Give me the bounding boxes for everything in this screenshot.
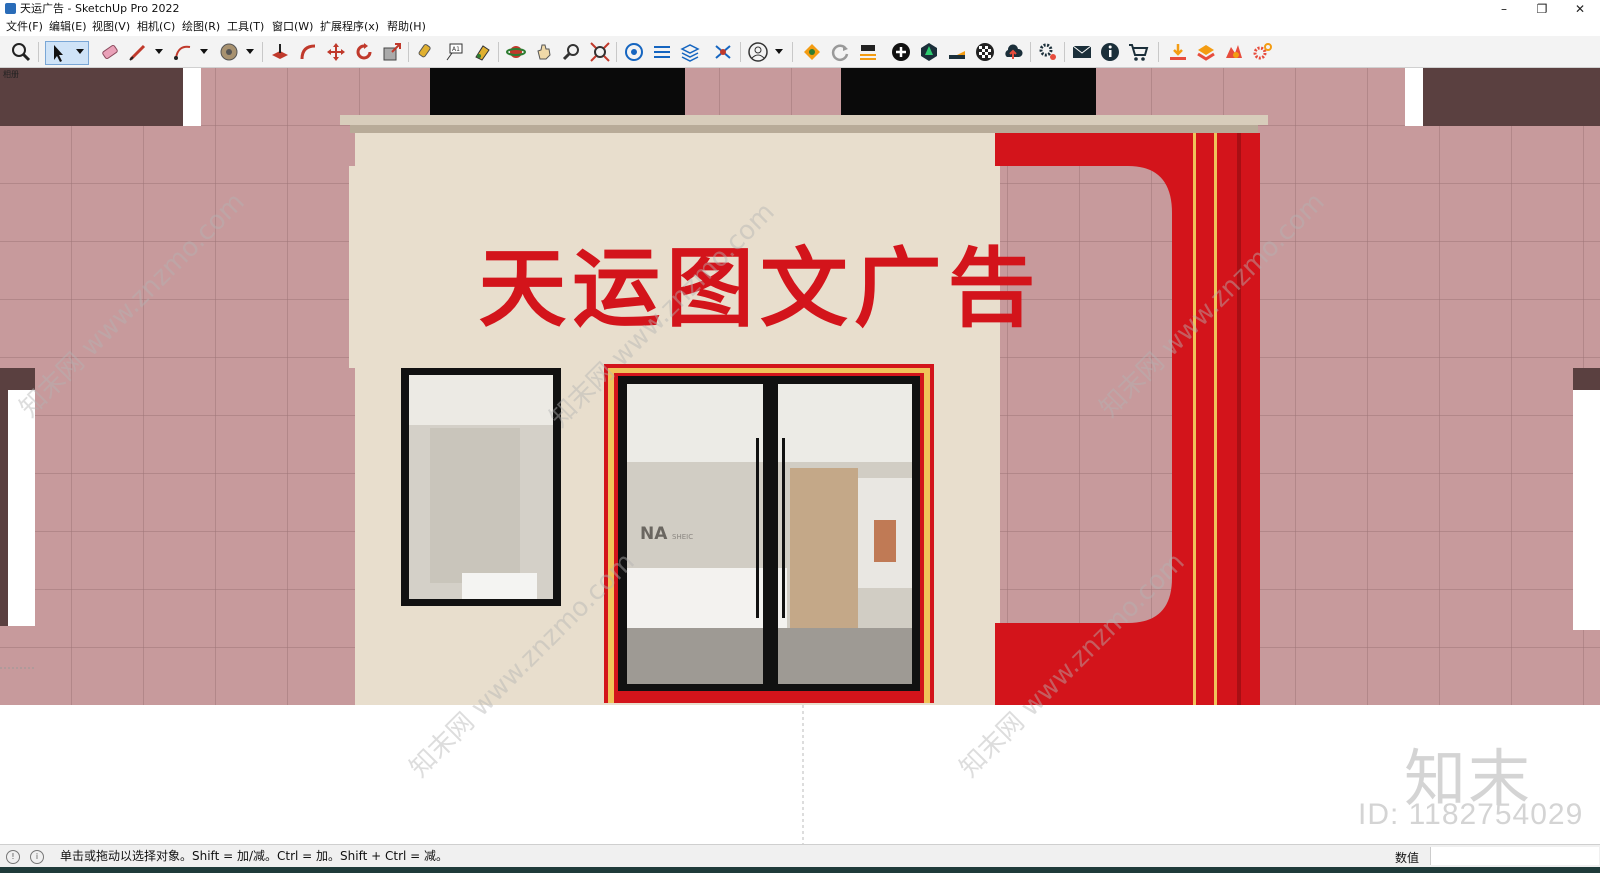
toolbar-separator: [1158, 42, 1159, 62]
toolbar-separator: [740, 42, 741, 62]
svg-text:A1: A1: [452, 46, 460, 53]
arc-icon[interactable]: [172, 41, 194, 63]
menu-view[interactable]: 视图(V): [92, 20, 130, 34]
menu-window[interactable]: 窗口(W): [272, 20, 313, 34]
rotate-icon[interactable]: [353, 41, 375, 63]
toolbar-separator: [498, 42, 499, 62]
paint-dropdown-icon[interactable]: [246, 49, 254, 54]
toolbar-separator: [408, 42, 409, 62]
menu-tools[interactable]: 工具(T): [227, 20, 264, 34]
reception-subtext: SHEIC: [672, 533, 693, 541]
gears-icon[interactable]: [1037, 41, 1059, 63]
upper-opening-left: [430, 68, 685, 115]
checker-icon[interactable]: [974, 41, 996, 63]
text-icon[interactable]: A1: [443, 41, 465, 63]
menu-extensions[interactable]: 扩展程序(x): [320, 20, 379, 34]
toolbar-separator: [262, 42, 263, 62]
toolbar-separator: [1030, 42, 1031, 62]
extension-warehouse-icon[interactable]: [651, 41, 673, 63]
plugin-a-icon[interactable]: [801, 41, 823, 63]
info-status-icon[interactable]: i: [30, 850, 44, 864]
orbit-icon[interactable]: [505, 41, 527, 63]
status-bar: ! i 单击或拖动以选择对象。Shift = 加/减。Ctrl = 加。Shif…: [0, 844, 1600, 868]
zoom-tool-icon[interactable]: [561, 41, 583, 63]
tape-measure-icon[interactable]: [415, 41, 437, 63]
menu-bar: 文件(F) 编辑(E) 视图(V) 相机(C) 绘图(R) 工具(T) 窗口(W…: [0, 18, 1600, 36]
sun-icon[interactable]: [946, 41, 968, 63]
door-handle-right: [782, 438, 785, 618]
cart-icon[interactable]: [1127, 41, 1149, 63]
arc-dropdown-icon[interactable]: [200, 49, 208, 54]
toolbar-separator: [792, 42, 793, 62]
tree-icon[interactable]: [918, 41, 940, 63]
toolbar-separator: [1064, 42, 1065, 62]
eraser-icon[interactable]: [99, 41, 121, 63]
upper-left-recess: [0, 68, 183, 126]
measurements-input[interactable]: [1430, 847, 1599, 865]
menu-camera[interactable]: 相机(C): [137, 20, 175, 34]
push-pull-icon[interactable]: [269, 41, 291, 63]
model-info-icon[interactable]: [712, 41, 734, 63]
plugin-b-icon[interactable]: [857, 41, 879, 63]
title-bar: 天运广告 - SketchUp Pro 2022 – ❐ ✕: [0, 0, 1600, 18]
menu-edit[interactable]: 编辑(E): [49, 20, 87, 34]
account-icon[interactable]: [747, 41, 769, 63]
scale-icon[interactable]: [381, 41, 403, 63]
follow-me-icon[interactable]: [297, 41, 319, 63]
door-handle-left: [756, 438, 759, 618]
restore-button[interactable]: ❐: [1524, 0, 1560, 18]
sketchup-app-icon: [5, 3, 16, 14]
zoom-icon[interactable]: [10, 41, 32, 63]
mail-icon[interactable]: [1071, 41, 1093, 63]
reception-logo: NA: [640, 524, 668, 544]
plugin-d-icon[interactable]: [1223, 41, 1245, 63]
pencil-icon[interactable]: [127, 41, 149, 63]
refresh-icon[interactable]: [829, 41, 851, 63]
cornice: [340, 115, 1268, 125]
paint-bucket-icon[interactable]: [218, 41, 240, 63]
upper-opening-right: [841, 68, 1096, 115]
main-toolbar: A1: [0, 36, 1600, 68]
upper-right-recess: [1423, 68, 1600, 126]
menu-file[interactable]: 文件(F): [6, 20, 43, 34]
viewport-label: 相册: [3, 70, 19, 79]
account-dropdown-icon[interactable]: [775, 49, 783, 54]
toolbar-separator: [616, 42, 617, 62]
model-viewport[interactable]: NA SHEIC 相册 天运图文广告 知末网 www.znzmo.com 知末网…: [0, 68, 1600, 844]
toolbar-separator: [38, 42, 39, 62]
status-hint: 单击或拖动以选择对象。Shift = 加/减。Ctrl = 加。Shift + …: [60, 849, 449, 863]
storefront-model: NA SHEIC: [0, 68, 1600, 844]
cloud-icon[interactable]: [1002, 41, 1024, 63]
taskbar-strip: [0, 867, 1600, 873]
info-icon[interactable]: [1099, 41, 1121, 63]
settings-icon[interactable]: [1251, 41, 1273, 63]
pencil-dropdown-icon[interactable]: [155, 49, 163, 54]
select-dropdown-icon[interactable]: [76, 49, 84, 54]
watermark-id: ID: 1182754029: [1358, 798, 1584, 831]
zoom-extents-icon[interactable]: [589, 41, 611, 63]
download-icon[interactable]: [1167, 41, 1189, 63]
geo-location-icon[interactable]: !: [6, 850, 20, 864]
layout-icon[interactable]: [679, 41, 701, 63]
warehouse-icon[interactable]: [623, 41, 645, 63]
window-title: 天运广告 - SketchUp Pro 2022: [20, 2, 180, 15]
move-icon[interactable]: [325, 41, 347, 63]
measurements-label: 数值: [1395, 851, 1420, 865]
paint-icon[interactable]: [471, 41, 493, 63]
menu-help[interactable]: 帮助(H): [387, 20, 426, 34]
close-button[interactable]: ✕: [1562, 0, 1598, 18]
plugin-c-icon[interactable]: [1195, 41, 1217, 63]
menu-draw[interactable]: 绘图(R): [182, 20, 220, 34]
minimize-button[interactable]: –: [1486, 0, 1522, 18]
add-icon[interactable]: [890, 41, 912, 63]
pan-icon[interactable]: [533, 41, 555, 63]
